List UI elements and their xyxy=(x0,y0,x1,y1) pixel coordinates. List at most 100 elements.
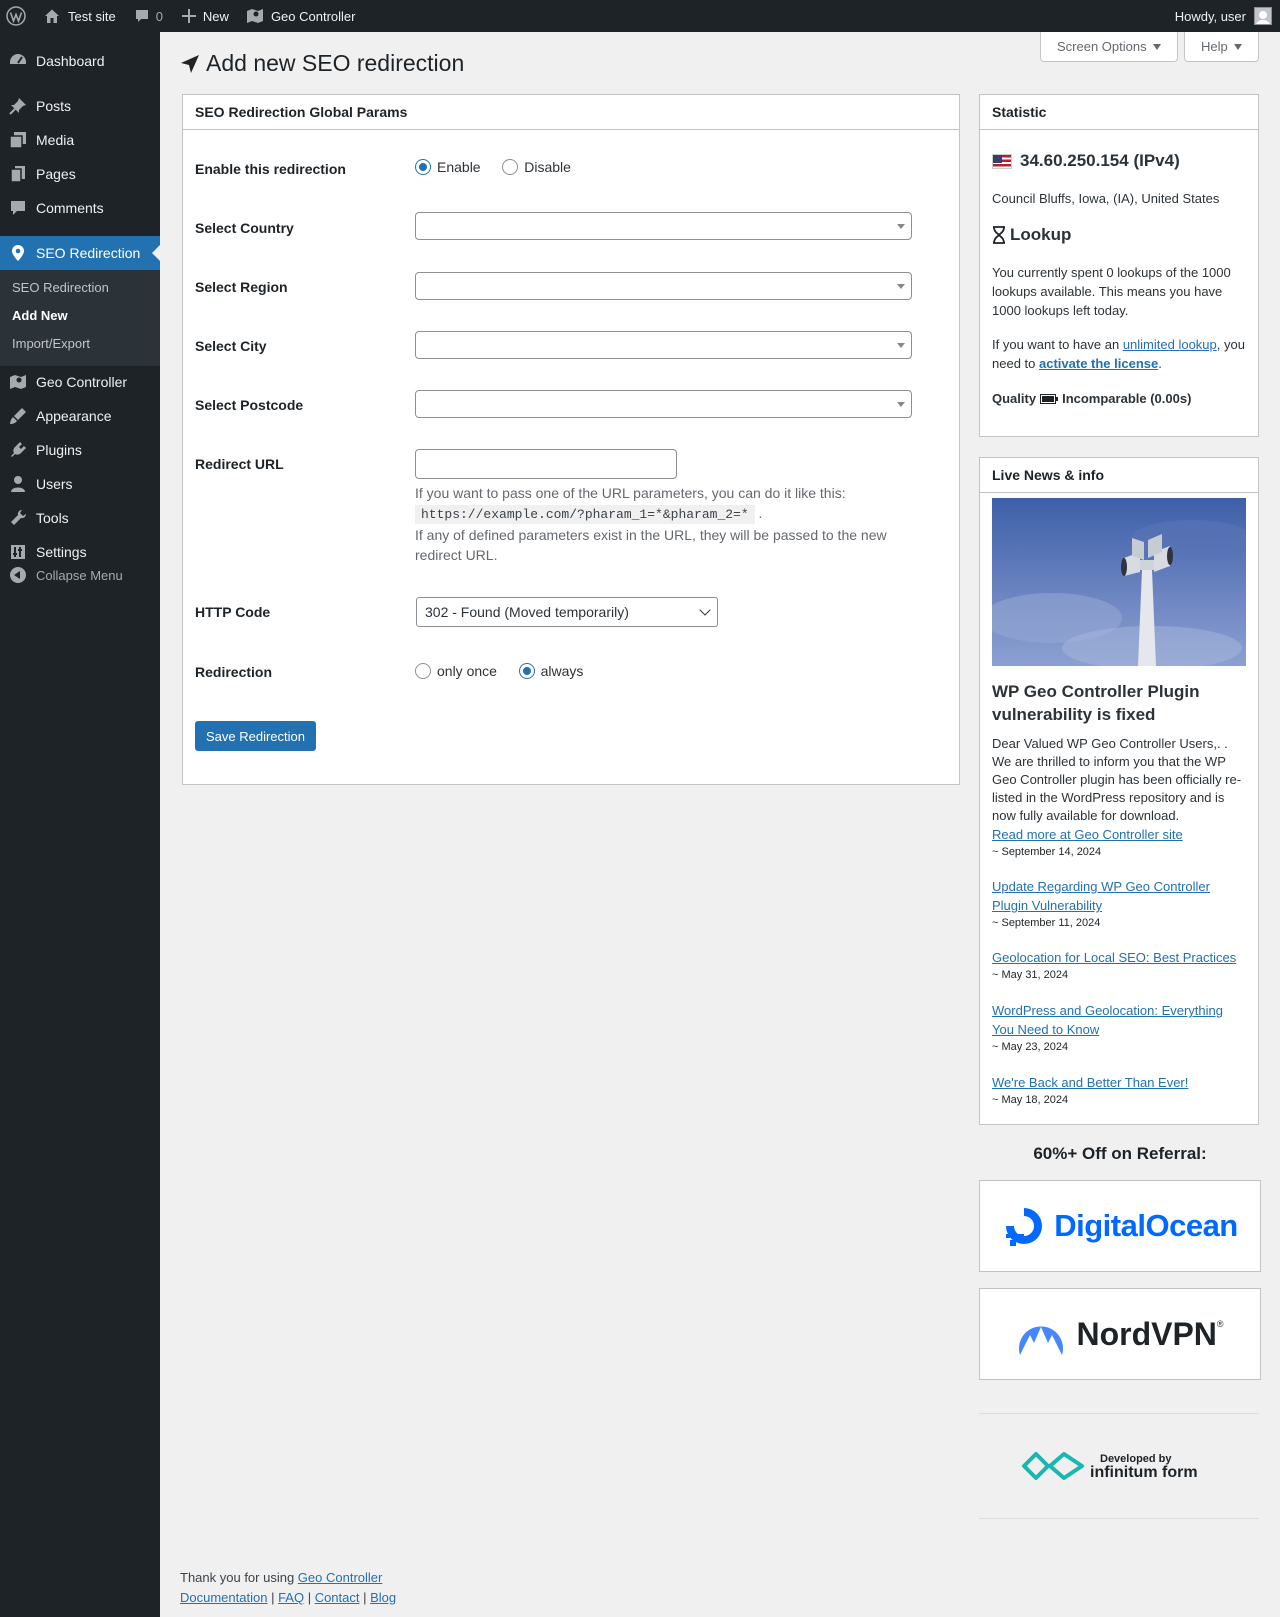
avatar xyxy=(1254,7,1272,25)
new-content-link[interactable]: New xyxy=(171,0,237,32)
wordpress-icon xyxy=(6,6,26,26)
country-label: Select Country xyxy=(195,220,294,236)
desc-line1: If you want to pass one of the URL param… xyxy=(415,485,846,501)
news-link[interactable]: Update Regarding WP Geo Controller Plugi… xyxy=(992,879,1210,913)
blog-link[interactable]: Blog xyxy=(370,1590,396,1605)
sidebar-item-appearance[interactable]: Appearance xyxy=(0,399,160,433)
sidebar-item-label: SEO Redirection xyxy=(36,245,141,261)
footer-links: Documentation | FAQ | Contact | Blog xyxy=(180,1590,396,1605)
infinitum-form-logo[interactable]: Developed by infinitum form xyxy=(1020,1446,1220,1486)
global-params-title: SEO Redirection Global Params xyxy=(183,95,959,130)
news-link[interactable]: We're Back and Better Than Ever! xyxy=(992,1075,1188,1090)
news-date: ~ May 18, 2024 xyxy=(992,1094,1069,1106)
news-link[interactable]: WordPress and Geolocation: Everything Yo… xyxy=(992,1003,1223,1037)
sidebar-item-media[interactable]: Media xyxy=(0,123,160,157)
statistic-title: Statistic xyxy=(980,95,1258,130)
live-news-box: Live News & info WP Geo Controller Plugi… xyxy=(979,457,1259,1125)
desc-line2: If any of defined parameters exist in th… xyxy=(415,527,887,563)
infinitum-text: Developed by infinitum form xyxy=(1090,1452,1198,1481)
sidebar-item-label: Settings xyxy=(36,544,87,560)
collapse-icon xyxy=(0,567,36,583)
divider xyxy=(979,1413,1259,1414)
wp-logo-button[interactable] xyxy=(0,0,34,32)
sep: | xyxy=(359,1590,371,1605)
sidebar-item-label: Dashboard xyxy=(36,53,105,69)
pin-icon xyxy=(0,96,36,116)
sidebar-item-label: Media xyxy=(36,132,75,148)
site-name-link[interactable]: Test site xyxy=(34,0,124,32)
region-select[interactable] xyxy=(415,272,912,300)
city-label: Select City xyxy=(195,338,267,354)
postcode-label: Select Postcode xyxy=(195,397,304,413)
footer-thanks: Thank you for using Geo Controller xyxy=(180,1570,382,1585)
always-label: always xyxy=(540,663,584,679)
redirect-url-input[interactable] xyxy=(415,449,677,479)
contact-link[interactable]: Contact xyxy=(315,1590,360,1605)
sidebar-item-dashboard[interactable]: Dashboard xyxy=(0,44,160,78)
home-icon xyxy=(42,6,62,26)
sidebar-item-comments[interactable]: Comments xyxy=(0,191,160,225)
my-account[interactable]: Howdy, user xyxy=(1175,0,1272,32)
digitalocean-banner[interactable]: DigitalOcean xyxy=(979,1180,1261,1272)
sidebar-item-label: Users xyxy=(36,476,73,492)
infinitum-wordmark: infinitum form xyxy=(1090,1464,1198,1481)
desc-dot: . xyxy=(758,505,763,521)
country-select[interactable] xyxy=(415,212,912,240)
submenu-item-add-new[interactable]: Add New xyxy=(12,308,68,323)
footer-thanks-text: Thank you for using xyxy=(180,1570,298,1585)
global-params-box: SEO Redirection Global Params Enable thi… xyxy=(182,94,960,785)
comment-icon xyxy=(0,198,36,218)
help-button[interactable]: Help xyxy=(1184,32,1259,62)
always-radio[interactable]: always xyxy=(518,663,584,679)
unlimited-lookup-link[interactable]: unlimited lookup xyxy=(1123,337,1217,352)
geo-controller-link[interactable]: Geo Controller xyxy=(237,0,364,32)
always-radio-circle[interactable] xyxy=(518,663,535,679)
http-code-select[interactable]: 302 - Found (Moved temporarily) xyxy=(416,597,718,627)
dashboard-icon xyxy=(0,51,36,71)
comments-link[interactable]: 0 xyxy=(124,0,171,32)
save-redirection-button[interactable]: Save Redirection xyxy=(195,721,316,751)
read-more-link[interactable]: Read more at Geo Controller site xyxy=(992,827,1183,842)
news-date: ~ September 14, 2024 xyxy=(992,846,1102,858)
documentation-link[interactable]: Documentation xyxy=(180,1590,267,1605)
only-once-radio[interactable]: only once xyxy=(415,663,497,679)
enable-radio-circle[interactable] xyxy=(415,159,431,175)
activate-license-link[interactable]: activate the license xyxy=(1039,356,1158,371)
user-icon xyxy=(0,474,36,494)
sidebar-item-geo-controller[interactable]: Geo Controller xyxy=(0,365,160,399)
pages-icon xyxy=(0,164,36,184)
help-label: Help xyxy=(1201,39,1228,54)
faq-link[interactable]: FAQ xyxy=(278,1590,304,1605)
sidebar-item-users[interactable]: Users xyxy=(0,467,160,501)
city-select[interactable] xyxy=(415,331,912,359)
caret-down-icon xyxy=(1233,43,1242,50)
sidebar-item-seo-redirection[interactable]: SEO Redirection xyxy=(0,236,160,270)
disable-radio[interactable]: Disable xyxy=(502,159,571,175)
sidebar-item-plugins[interactable]: Plugins xyxy=(0,433,160,467)
disable-radio-circle[interactable] xyxy=(502,159,519,175)
news-image[interactable] xyxy=(992,498,1246,666)
only-once-radio-circle[interactable] xyxy=(415,663,431,679)
media-icon xyxy=(0,130,36,150)
quality-label: Quality xyxy=(992,391,1037,406)
submenu-item-seo-redirection[interactable]: SEO Redirection xyxy=(12,280,109,295)
submenu-item-import-export[interactable]: Import/Export xyxy=(12,336,90,351)
news-headline[interactable]: WP Geo Controller Plugin vulnerability i… xyxy=(992,680,1246,726)
comment-icon xyxy=(132,6,152,26)
enable-option-label: Enable xyxy=(437,159,481,175)
collapse-menu-button[interactable]: Collapse Menu xyxy=(0,560,123,590)
postcode-select[interactable] xyxy=(415,390,912,418)
footer-geo-controller-link[interactable]: Geo Controller xyxy=(298,1570,383,1585)
new-label: New xyxy=(202,8,229,24)
sidebar-item-pages[interactable]: Pages xyxy=(0,157,160,191)
read-more-item: Read more at Geo Controller site ~ Septe… xyxy=(992,825,1246,858)
sidebar-item-tools[interactable]: Tools xyxy=(0,501,160,535)
news-link[interactable]: Geolocation for Local SEO: Best Practice… xyxy=(992,950,1236,965)
news-date: ~ May 31, 2024 xyxy=(992,969,1069,981)
screen-options-button[interactable]: Screen Options xyxy=(1040,32,1178,62)
sep: | xyxy=(304,1590,315,1605)
collapse-label: Collapse Menu xyxy=(36,567,123,583)
enable-radio[interactable]: Enable xyxy=(415,159,481,175)
nordvpn-banner[interactable]: NordVPN ® xyxy=(979,1288,1261,1380)
sidebar-item-posts[interactable]: Posts xyxy=(0,89,160,123)
